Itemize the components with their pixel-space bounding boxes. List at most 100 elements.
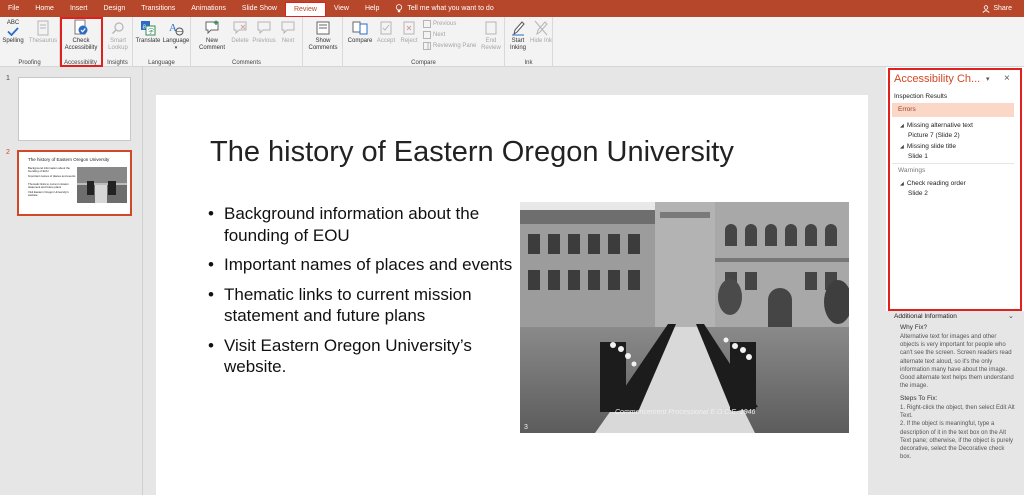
photo-corner-mark: 3	[524, 424, 528, 431]
accept-icon	[377, 19, 395, 37]
previous-change-button[interactable]: Previous	[423, 20, 456, 28]
tab-insert[interactable]: Insert	[62, 0, 96, 17]
error-child-label: Picture 7 (Slide 2)	[908, 132, 960, 139]
warning-item-label: Check reading order	[906, 180, 966, 187]
spelling-button[interactable]: ABC Spelling	[2, 19, 24, 45]
reject-button[interactable]: Reject	[398, 19, 420, 45]
language-icon: A	[167, 19, 185, 37]
why-fix-heading: Why Fix?	[900, 324, 928, 331]
slide-bullet: Important names of places and events	[208, 254, 518, 276]
end-review-label: End Review	[481, 38, 501, 51]
thumb-bullet-3: Thematic links to current mission statem…	[28, 182, 69, 190]
delete-comment-button[interactable]: Delete	[229, 19, 251, 45]
tell-me-search[interactable]: Tell me what you want to do	[395, 4, 494, 13]
slide-1-thumbnail[interactable]	[18, 77, 131, 141]
expand-triangle-icon: ◢	[900, 143, 904, 150]
translate-icon: a字	[139, 19, 157, 37]
errors-header: Errors	[892, 103, 1014, 117]
error-child-picture7[interactable]: Picture 7 (Slide 2)	[908, 132, 960, 139]
tab-file[interactable]: File	[0, 0, 27, 17]
accept-button[interactable]: Accept	[374, 19, 398, 45]
steps-to-fix-text: 1. Right-click the object, then select E…	[900, 405, 1015, 461]
ink-group-label: Ink	[524, 60, 533, 66]
share-button[interactable]: Share	[982, 0, 1012, 17]
smart-lookup-icon	[109, 19, 127, 37]
translate-button[interactable]: a字 Translate	[134, 19, 162, 45]
show-comments-group: Show Comments	[303, 17, 343, 67]
thumb-title: The history of Eastern Oregon University	[28, 157, 110, 162]
hide-ink-button[interactable]: Hide Ink	[530, 19, 552, 45]
show-comments-label: Show Comments	[308, 38, 338, 51]
show-comments-button[interactable]: Show Comments	[305, 19, 341, 52]
start-inking-button[interactable]: Start Inking	[507, 19, 529, 52]
language-button[interactable]: A Language ▾	[162, 19, 190, 52]
smart-lookup-button[interactable]: Smart Lookup	[105, 19, 131, 52]
thesaurus-button[interactable]: Thesaurus	[28, 19, 58, 45]
accessibility-highlight	[60, 17, 103, 67]
tab-view[interactable]: View	[326, 0, 357, 17]
warning-check-reading-order[interactable]: ◢ Check reading order	[900, 180, 966, 187]
comments-group-label: Comments	[231, 60, 261, 66]
chevron-down-icon[interactable]: ⌄	[1008, 312, 1014, 320]
tab-help[interactable]: Help	[357, 0, 387, 17]
insights-group: Smart Lookup Insights	[103, 17, 133, 67]
warning-child-slide2[interactable]: Slide 2	[908, 190, 928, 197]
hide-ink-icon	[532, 19, 550, 37]
thumb-bullet-1: Background information about the foundin…	[28, 166, 70, 174]
slide-2-number: 2	[6, 149, 10, 156]
slide[interactable]: The history of Eastern Oregon University…	[156, 95, 868, 495]
commencement-photo[interactable]: Commencement Processional E.O.C.E. 1946 …	[520, 202, 849, 433]
accessibility-pane-title: Accessibility Ch...	[894, 73, 981, 85]
slide-bullet: Visit Eastern Oregon University’s websit…	[208, 335, 518, 378]
share-label: Share	[993, 5, 1012, 12]
tab-review[interactable]: Review	[284, 1, 326, 17]
next-change-button[interactable]: Next	[423, 31, 445, 39]
next-change-label: Next	[433, 32, 446, 38]
next-comment-button[interactable]: Next	[277, 19, 299, 45]
slide-canvas: The history of Eastern Oregon University…	[144, 67, 884, 495]
slide-1-number: 1	[6, 75, 10, 82]
tab-home[interactable]: Home	[27, 0, 62, 17]
previous-comment-button[interactable]: Previous	[251, 19, 277, 45]
thesaurus-label: Thesaurus	[28, 38, 58, 44]
menu-bar: File Home Insert Design Transitions Anim…	[0, 0, 1024, 17]
warning-child-label: Slide 2	[908, 190, 928, 197]
reviewing-pane-button[interactable]: Reviewing Pane	[423, 42, 476, 50]
proofing-group-label: Proofing	[18, 60, 41, 66]
new-comment-icon	[203, 19, 221, 37]
end-review-button[interactable]: End Review	[479, 19, 503, 52]
slide-2-thumbnail[interactable]: The history of Eastern Oregon University…	[17, 150, 132, 216]
error-child-slide1[interactable]: Slide 1	[908, 153, 928, 160]
tab-design[interactable]: Design	[95, 0, 133, 17]
slide-bullet-list[interactable]: Background information about the foundin…	[208, 203, 518, 386]
language-label: Language	[162, 38, 190, 44]
compare-group: Compare Accept Reject Previous Next Revi…	[343, 17, 505, 67]
ribbon: ABC Spelling Thesaurus Proofing Check Ac…	[0, 17, 1024, 67]
show-comments-icon	[314, 19, 332, 37]
additional-information-header[interactable]: Additional Information	[894, 313, 957, 320]
accept-label: Accept	[376, 38, 396, 44]
new-comment-button[interactable]: New Comment	[195, 19, 229, 52]
slide-bullet: Thematic links to current mission statem…	[208, 284, 518, 327]
next-change-icon	[423, 31, 431, 39]
compare-icon	[351, 19, 369, 37]
accessibility-checker-pane: Accessibility Ch... ▾ × Inspection Resul…	[886, 67, 1024, 495]
close-icon[interactable]: ×	[1004, 73, 1010, 84]
compare-button[interactable]: Compare	[346, 19, 374, 45]
language-group-label: Language	[148, 60, 175, 66]
thumb-bullet-2: Important names of places and events	[28, 174, 76, 178]
tab-slide-show[interactable]: Slide Show	[234, 0, 285, 17]
tab-animations[interactable]: Animations	[183, 0, 234, 17]
spelling-label: Spelling	[2, 38, 24, 44]
person-icon	[982, 4, 990, 13]
error-missing-alt-text[interactable]: ◢ Missing alternative text	[900, 122, 973, 129]
compare-label: Compare	[347, 38, 373, 44]
tab-transitions[interactable]: Transitions	[133, 0, 183, 17]
error-child-label: Slide 1	[908, 153, 928, 160]
expand-triangle-icon: ◢	[900, 180, 904, 187]
pane-options-icon[interactable]: ▾	[986, 75, 990, 83]
delete-comment-icon	[231, 19, 249, 37]
error-missing-slide-title[interactable]: ◢ Missing slide title	[900, 143, 956, 150]
slide-title[interactable]: The history of Eastern Oregon University	[210, 136, 734, 169]
reviewing-pane-label: Reviewing Pane	[433, 43, 477, 49]
